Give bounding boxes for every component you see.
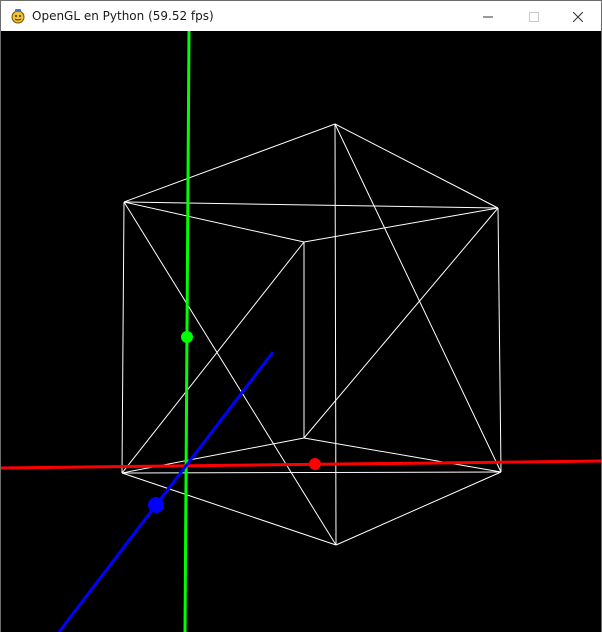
x-axis-line bbox=[1, 459, 601, 470]
z-axis-line bbox=[57, 351, 275, 632]
wireframe-cube bbox=[121, 123, 502, 546]
application-window: OpenGL en Python (59.52 fps) bbox=[0, 0, 602, 632]
pygame-icon bbox=[10, 8, 26, 24]
minimize-icon bbox=[483, 7, 493, 26]
opengl-viewport[interactable] bbox=[1, 31, 601, 632]
z-axis-marker bbox=[148, 497, 164, 513]
x-axis-marker bbox=[309, 458, 321, 470]
minimize-button[interactable] bbox=[465, 1, 511, 31]
title-bar[interactable]: OpenGL en Python (59.52 fps) bbox=[1, 1, 601, 31]
maximize-icon bbox=[529, 7, 539, 26]
maximize-button[interactable] bbox=[511, 1, 557, 31]
window-title: OpenGL en Python (59.52 fps) bbox=[32, 9, 214, 23]
close-icon bbox=[572, 7, 584, 26]
y-axis-marker bbox=[181, 331, 193, 343]
close-button[interactable] bbox=[555, 1, 601, 31]
3d-scene-canvas bbox=[1, 31, 601, 632]
